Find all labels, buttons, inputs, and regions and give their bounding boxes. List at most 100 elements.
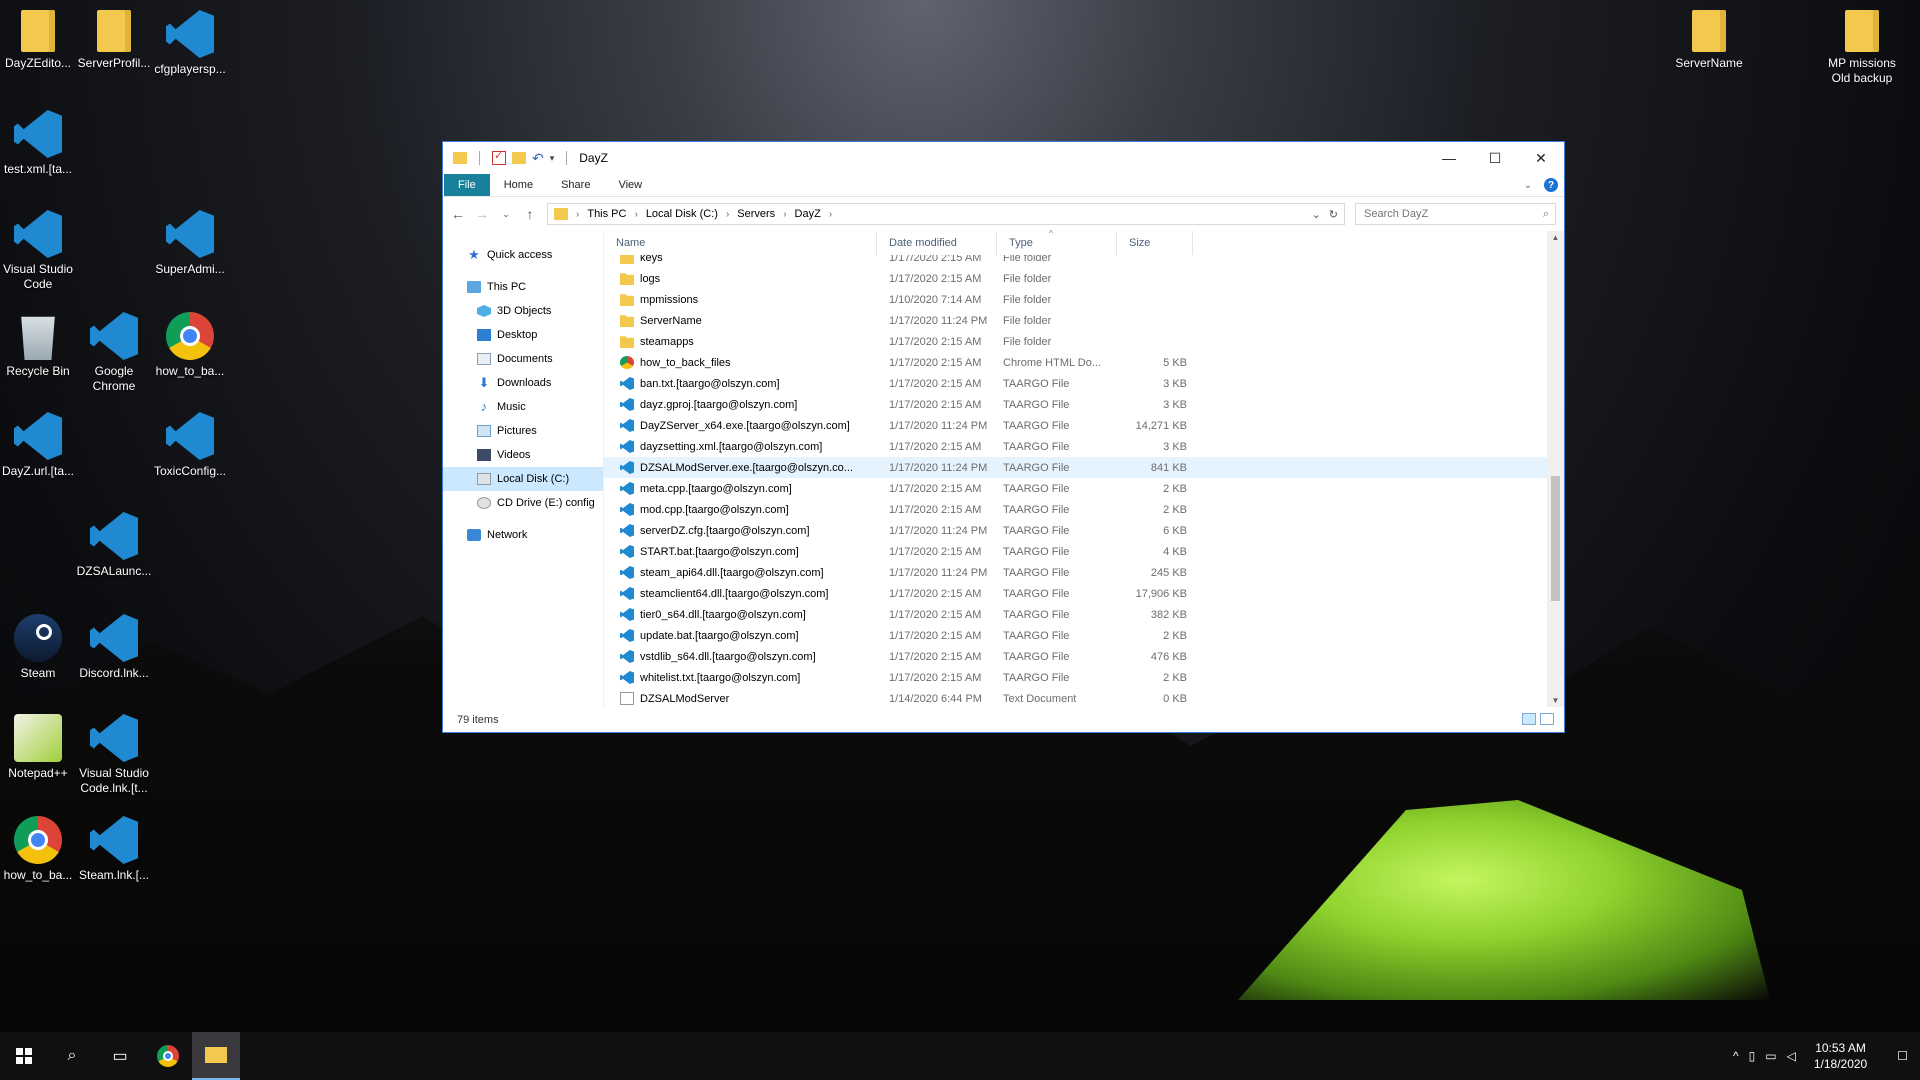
minimize-button[interactable]: — <box>1426 142 1472 174</box>
expand-ribbon-chevron-icon[interactable]: ⌄ <box>1524 180 1532 191</box>
file-row[interactable]: mpmissions 1/10/2020 7:14 AM File folder <box>604 289 1564 310</box>
taskbar-file-explorer-button[interactable] <box>192 1032 240 1080</box>
file-row[interactable]: DayZServer_x64.exe.[taargo@olszyn.com] 1/… <box>604 415 1564 436</box>
refresh-icon[interactable]: ↻ <box>1329 208 1338 221</box>
nav-item-videos[interactable]: Videos <box>443 443 603 467</box>
clock[interactable]: 10:53 AM 1/18/2020 <box>1806 1040 1875 1072</box>
recent-locations-chevron-icon[interactable]: ⌄ <box>499 209 513 220</box>
column-header-date[interactable]: Date modified <box>877 231 997 255</box>
details-view-icon[interactable] <box>1522 713 1536 725</box>
desktop-icon-how-to-back-2[interactable]: how_to_ba... <box>0 816 76 883</box>
large-icons-view-icon[interactable] <box>1540 713 1554 725</box>
file-row[interactable]: DZSALModServer 1/14/2020 6:44 PM Text Docu… <box>604 688 1564 707</box>
nav-item-documents[interactable]: Documents <box>443 347 603 371</box>
vertical-scrollbar[interactable]: ▲ ▼ <box>1547 231 1564 707</box>
nav-item-music[interactable]: ♪ Music <box>443 395 603 419</box>
desktop-icon-dzsalauncher[interactable]: DZSALaunc... <box>76 512 152 579</box>
desktop-icon-dayz-url[interactable]: DayZ.url.[ta... <box>0 412 76 479</box>
new-folder-icon[interactable] <box>512 152 526 164</box>
desktop-icon-superadmin[interactable]: SuperAdmi... <box>152 210 228 277</box>
scroll-up-arrow-icon[interactable]: ▲ <box>1547 233 1564 242</box>
file-row[interactable]: logs 1/17/2020 2:15 AM File folder <box>604 268 1564 289</box>
file-row[interactable]: ban.txt.[taargo@olszyn.com] 1/17/2020 2:1… <box>604 373 1564 394</box>
file-row[interactable]: steam_api64.dll.[taargo@olszyn.com] 1/17/… <box>604 562 1564 583</box>
help-icon[interactable]: ? <box>1544 178 1558 192</box>
file-row[interactable]: dayz.gproj.[taargo@olszyn.com] 1/17/2020 … <box>604 394 1564 415</box>
properties-icon[interactable] <box>492 149 506 165</box>
desktop-icon-discord[interactable]: Discord.lnk... <box>76 614 152 681</box>
nav-item-quick-access[interactable]: ★ Quick access <box>443 243 603 267</box>
close-button[interactable]: ✕ <box>1518 142 1564 174</box>
desktop-icon-steam[interactable]: Steam <box>0 614 76 681</box>
tab-view[interactable]: View <box>604 174 656 196</box>
file-row[interactable]: serverDZ.cfg.[taargo@olszyn.com] 1/17/202… <box>604 520 1564 541</box>
tab-share[interactable]: Share <box>547 174 604 196</box>
column-header-type[interactable]: Type <box>997 231 1117 255</box>
address-dropdown-chevron-icon[interactable]: ⌄ <box>1312 208 1321 221</box>
file-row[interactable]: ServerName 1/17/2020 11:24 PM File folder <box>604 310 1564 331</box>
nav-item-cd-drive[interactable]: CD Drive (E:) config <box>443 491 603 515</box>
start-button[interactable] <box>0 1032 48 1080</box>
breadcrumb-servers[interactable]: Servers <box>737 208 775 220</box>
search-box[interactable]: ⌕ <box>1355 203 1556 225</box>
file-row[interactable]: dayzsetting.xml.[taargo@olszyn.com] 1/17/… <box>604 436 1564 457</box>
search-button[interactable]: ⌕ <box>48 1032 96 1080</box>
desktop-icon-toxicconfig[interactable]: ToxicConfig... <box>152 412 228 479</box>
file-row[interactable]: meta.cpp.[taargo@olszyn.com] 1/17/2020 2:… <box>604 478 1564 499</box>
nav-item-this-pc[interactable]: This PC <box>443 275 603 299</box>
title-bar[interactable]: ↶ ▾ DayZ — ☐ ✕ <box>443 142 1564 174</box>
tab-file[interactable]: File <box>444 174 490 196</box>
desktop-icon-serverprofiles[interactable]: ServerProfil... <box>76 10 152 71</box>
up-arrow-icon[interactable]: ↑ <box>523 206 537 222</box>
desktop-icon-testxml[interactable]: test.xml.[ta... <box>0 110 76 177</box>
file-row[interactable]: steamapps 1/17/2020 2:15 AM File folder <box>604 331 1564 352</box>
file-row[interactable]: keys 1/17/2020 2:15 AM File folder <box>604 255 1564 268</box>
desktop-icon-dayzeditor[interactable]: DayZEdito... <box>0 10 76 71</box>
notifications-icon[interactable]: ☐ <box>1885 1049 1920 1063</box>
usb-icon[interactable]: ▯ <box>1749 1049 1756 1063</box>
nav-item-downloads[interactable]: ⬇ Downloads <box>443 371 603 395</box>
desktop-icon-steam-lnk[interactable]: Steam.lnk.[... <box>76 816 152 883</box>
nav-item-network[interactable]: Network <box>443 523 603 547</box>
task-view-button[interactable]: ▭ <box>96 1032 144 1080</box>
desktop-icon-notepadpp[interactable]: Notepad++ <box>0 714 76 781</box>
desktop-icon-recycle-bin[interactable]: Recycle Bin <box>0 312 76 379</box>
file-row[interactable]: whitelist.txt.[taargo@olszyn.com] 1/17/20… <box>604 667 1564 688</box>
show-hidden-icons-chevron-icon[interactable]: ^ <box>1733 1049 1739 1063</box>
volume-muted-icon[interactable]: ◁ <box>1787 1049 1796 1063</box>
back-arrow-icon[interactable]: ← <box>451 206 465 222</box>
forward-arrow-icon[interactable]: → <box>475 206 489 222</box>
breadcrumb-dayz[interactable]: DayZ <box>795 208 821 220</box>
breadcrumb-this-pc[interactable]: This PC <box>587 208 626 220</box>
desktop-icon-vscode-lnk[interactable]: Visual Studio Code.lnk.[t... <box>76 714 152 796</box>
nav-item-pictures[interactable]: Pictures <box>443 419 603 443</box>
taskbar-chrome-button[interactable] <box>144 1032 192 1080</box>
file-row[interactable]: tier0_s64.dll.[taargo@olszyn.com] 1/17/20… <box>604 604 1564 625</box>
nav-item-3d-objects[interactable]: 3D Objects <box>443 299 603 323</box>
breadcrumb-local-disk[interactable]: Local Disk (C:) <box>646 208 718 220</box>
file-row[interactable]: DZSALModServer.exe.[taargo@olszyn.co... 1… <box>604 457 1564 478</box>
file-row[interactable]: vstdlib_s64.dll.[taargo@olszyn.com] 1/17/… <box>604 646 1564 667</box>
column-header-name[interactable]: Name <box>604 231 877 255</box>
network-icon[interactable]: ▭ <box>1765 1049 1776 1063</box>
file-row[interactable]: how_to_back_files 1/17/2020 2:15 AM Chrome… <box>604 352 1564 373</box>
desktop-icon-cfgplayerspawn[interactable]: cfgplayersp... <box>152 10 228 77</box>
address-bar[interactable]: › This PC › Local Disk (C:) › Servers › … <box>547 203 1345 225</box>
search-input[interactable] <box>1362 207 1543 221</box>
search-icon[interactable]: ⌕ <box>1543 208 1549 221</box>
file-row[interactable]: mod.cpp.[taargo@olszyn.com] 1/17/2020 2:1… <box>604 499 1564 520</box>
file-row[interactable]: steamclient64.dll.[taargo@olszyn.com] 1/1… <box>604 583 1564 604</box>
column-header-size[interactable]: Size <box>1117 231 1193 255</box>
scroll-down-arrow-icon[interactable]: ▼ <box>1547 696 1564 705</box>
customize-toolbar-chevron-icon[interactable]: ▾ <box>550 153 555 164</box>
desktop-icon-mp-missions-backup[interactable]: MP missions Old backup <box>1824 10 1900 86</box>
nav-item-desktop[interactable]: Desktop <box>443 323 603 347</box>
tab-home[interactable]: Home <box>490 174 547 196</box>
desktop-icon-servername[interactable]: ServerName <box>1671 10 1747 71</box>
scrollbar-thumb[interactable] <box>1551 476 1560 602</box>
desktop-icon-how-to-back[interactable]: how_to_ba... <box>152 312 228 379</box>
desktop-icon-google-chrome[interactable]: Google Chrome <box>76 312 152 394</box>
maximize-button[interactable]: ☐ <box>1472 142 1518 174</box>
undo-icon[interactable]: ↶ <box>532 150 544 167</box>
desktop-icon-vscode[interactable]: Visual Studio Code <box>0 210 76 292</box>
